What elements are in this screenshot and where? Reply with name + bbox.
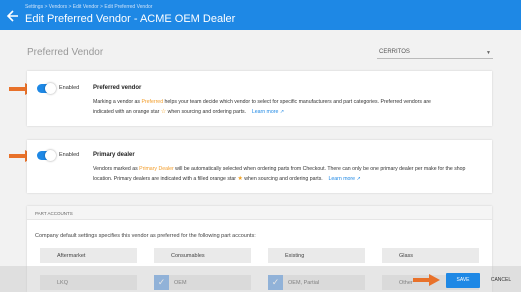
footer-overlay xyxy=(0,266,521,292)
primary-dealer-description: Vendors marked as Primary Dealer will be… xyxy=(93,166,466,182)
primary-dealer-toggle[interactable] xyxy=(37,150,56,161)
part-account-consumables[interactable]: Consumables xyxy=(154,248,251,263)
preferred-vendor-card: Enabled Preferred vendor Marking a vendo… xyxy=(27,71,492,126)
external-link-icon: ↗ xyxy=(356,175,361,182)
external-link-icon: ↗ xyxy=(279,108,285,115)
part-accounts-header: PART ACCOUNTS xyxy=(27,206,492,220)
part-account-aftermarket[interactable]: Aftermarket xyxy=(40,248,137,263)
part-account-glass[interactable]: Glass xyxy=(382,248,479,263)
preferred-vendor-toggle[interactable] xyxy=(37,83,56,94)
app-header: Settings > Vendors > Edit Vendor > Edit … xyxy=(0,0,521,30)
annotation-arrow-icon xyxy=(413,274,440,286)
preferred-vendor-toggle-label: Enabled xyxy=(59,85,80,91)
save-button[interactable]: SAVE xyxy=(446,273,480,288)
location-select[interactable]: CERRITOS ▼ xyxy=(377,46,493,59)
breadcrumb[interactable]: Settings > Vendors > Edit Vendor > Edit … xyxy=(25,4,152,10)
preferred-vendor-description: Marking a vendor as Preferred helps your… xyxy=(93,99,431,115)
primary-dealer-card: Enabled Primary dealer Vendors marked as… xyxy=(27,140,492,193)
part-account-existing[interactable]: Existing xyxy=(268,248,365,263)
page-title: Edit Preferred Vendor - ACME OEM Dealer xyxy=(25,13,236,25)
cancel-button[interactable]: CANCEL xyxy=(485,273,517,288)
part-accounts-description: Company default settings specifies this … xyxy=(35,233,256,239)
part-accounts-title: PART ACCOUNTS xyxy=(35,211,73,216)
preferred-vendor-title: Preferred vendor xyxy=(93,85,142,91)
location-select-value: CERRITOS xyxy=(379,49,410,55)
section-label: Preferred Vendor xyxy=(27,47,104,58)
primary-dealer-title: Primary dealer xyxy=(93,152,135,158)
back-arrow-icon[interactable] xyxy=(6,9,20,23)
learn-more-link[interactable]: Learn more xyxy=(252,109,279,115)
learn-more-link[interactable]: Learn more xyxy=(329,176,356,182)
primary-dealer-toggle-label: Enabled xyxy=(59,152,80,158)
chevron-down-icon: ▼ xyxy=(486,50,491,56)
